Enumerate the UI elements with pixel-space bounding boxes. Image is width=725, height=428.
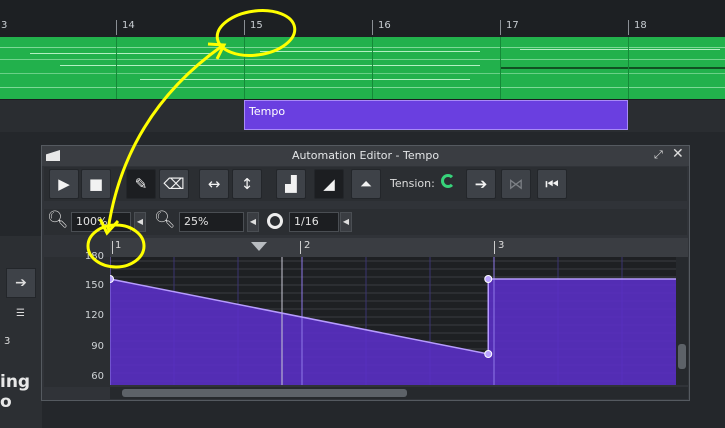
eraser-tool-button[interactable]: ⌫ bbox=[159, 169, 189, 199]
automation-plot[interactable] bbox=[110, 257, 676, 385]
automation-area bbox=[110, 279, 676, 385]
editor-title: Automation Editor - Tempo bbox=[291, 149, 440, 162]
playhead-marker[interactable] bbox=[251, 242, 267, 251]
song-ruler[interactable]: 3 14 15 16 17 18 bbox=[0, 0, 725, 37]
zoom-toolbar: 🔍︎ 100% ◀ 🔍︎ 25% ◀ 1/16 ◀ bbox=[44, 209, 687, 235]
automation-graph[interactable] bbox=[110, 257, 676, 385]
cubic-progression-button[interactable]: ⏶ bbox=[351, 169, 381, 199]
y-label: 150 bbox=[84, 280, 104, 291]
bow-tie-button[interactable]: ⋈ bbox=[501, 169, 531, 199]
zoom-x-select[interactable]: 100% bbox=[71, 212, 131, 232]
arrow-right-icon[interactable]: ➔ bbox=[6, 268, 36, 298]
zoom-x-icon: 🔍︎ bbox=[47, 210, 69, 230]
automation-point bbox=[484, 350, 493, 358]
skip-to-start-button[interactable]: ⏮ bbox=[537, 169, 567, 199]
quantize-icon bbox=[267, 213, 283, 229]
horizontal-scrollbar[interactable] bbox=[110, 387, 688, 399]
pattern-label: Tempo bbox=[249, 105, 286, 118]
editor-timeline-ruler[interactable]: 1 2 3 bbox=[110, 238, 688, 257]
tension-label: Tension: bbox=[390, 177, 435, 190]
zoom-y-dropdown[interactable]: ◀ bbox=[247, 212, 259, 232]
tension-knob[interactable] bbox=[441, 174, 455, 188]
zoom-x-value: 100% bbox=[76, 215, 108, 228]
zoom-y-value: 25% bbox=[184, 215, 209, 228]
side-number: 3 bbox=[4, 336, 11, 347]
play-button[interactable]: ▶ bbox=[49, 169, 79, 199]
flip-vertical-button[interactable]: ↕ bbox=[232, 169, 262, 199]
song-track-pattern[interactable] bbox=[0, 37, 725, 99]
pencil-tool-button[interactable]: ✎ bbox=[126, 169, 156, 199]
ruler-label: 1 bbox=[115, 240, 122, 251]
automation-point bbox=[110, 275, 114, 283]
flip-horizontal-button[interactable]: ↔ bbox=[199, 169, 229, 199]
y-label: 180 bbox=[84, 251, 104, 262]
y-label: 60 bbox=[91, 371, 104, 382]
bar-label: 3 bbox=[1, 20, 8, 31]
close-icon[interactable]: ✕ bbox=[672, 146, 684, 162]
editor-toolbar: ▶ ■ ✎ ⌫ ↔ ↕ ▟ ◢ ⏶ Tension: ➔ ⋈ ⏮ bbox=[44, 167, 687, 201]
editor-titlebar[interactable]: Automation Editor - Tempo ⤢ ✕ bbox=[42, 146, 689, 166]
bar-label: 17 bbox=[506, 20, 519, 31]
zoom-y-icon: 🔍︎ bbox=[154, 210, 176, 230]
zoom-x-dropdown[interactable]: ◀ bbox=[134, 212, 146, 232]
bar-label: 14 bbox=[122, 20, 135, 31]
value-axis: 180 150 120 90 60 bbox=[44, 251, 110, 387]
bar-label: 16 bbox=[378, 20, 391, 31]
bar-label: 15 bbox=[250, 20, 263, 31]
ruler-label: 3 bbox=[498, 240, 505, 251]
track-controls-panel: ➔ ☰ 3 ing o bbox=[0, 236, 42, 428]
discrete-progression-button[interactable]: ▟ bbox=[276, 169, 306, 199]
automation-editor-window: Automation Editor - Tempo ⤢ ✕ ▶ ■ ✎ ⌫ ↔ … bbox=[41, 145, 690, 401]
tempo-automation-pattern[interactable]: Tempo bbox=[244, 100, 628, 130]
bar-label: 18 bbox=[634, 20, 647, 31]
zoom-y-select[interactable]: 25% bbox=[179, 212, 244, 232]
ruler-label: 2 bbox=[304, 240, 311, 251]
automation-point bbox=[484, 275, 493, 283]
quantize-value: 1/16 bbox=[294, 215, 319, 228]
side-text: ing o bbox=[0, 372, 31, 412]
stop-button[interactable]: ■ bbox=[81, 169, 111, 199]
vertical-scrollbar[interactable] bbox=[676, 257, 688, 385]
quantize-select[interactable]: 1/16 bbox=[289, 212, 339, 232]
y-label: 120 bbox=[84, 310, 104, 321]
y-label: 90 bbox=[91, 341, 104, 352]
grid-icon[interactable]: ☰ bbox=[16, 308, 25, 319]
linear-progression-button[interactable]: ◢ bbox=[314, 169, 344, 199]
arrow-right-button[interactable]: ➔ bbox=[466, 169, 496, 199]
maximize-icon[interactable]: ⤢ bbox=[654, 148, 663, 162]
quantize-dropdown[interactable]: ◀ bbox=[340, 212, 352, 232]
